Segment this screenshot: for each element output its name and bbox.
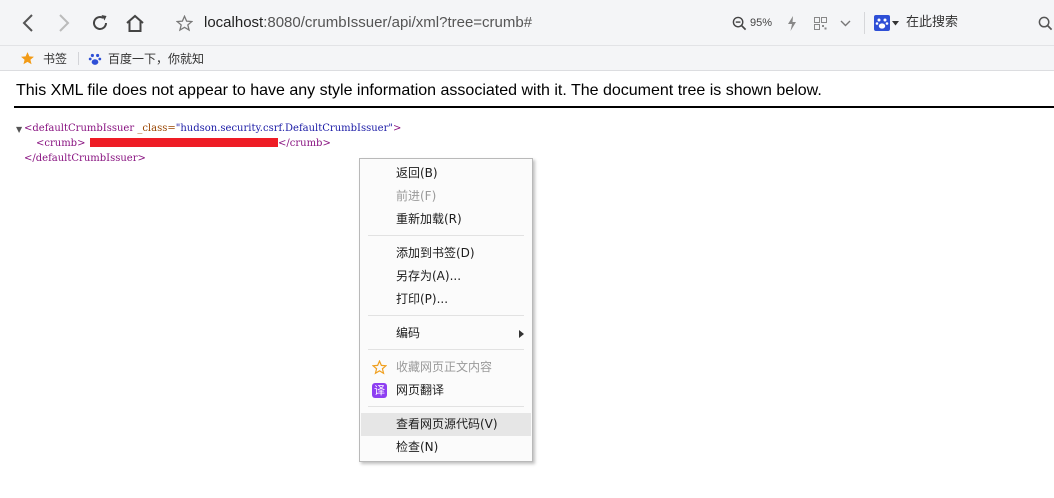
bookmarks-bar: 书签 百度一下，你就知 xyxy=(0,46,1054,71)
qr-code-icon xyxy=(813,16,827,30)
chevron-right-icon xyxy=(59,14,70,32)
menu-item-inspect[interactable]: 检查(N) xyxy=(361,436,531,459)
redaction-bar xyxy=(90,138,278,147)
translate-icon: 译 xyxy=(372,383,387,398)
url-text[interactable]: localhost:8080/crumbIssuer/api/xml?tree=… xyxy=(204,7,532,39)
menu-item-save-as[interactable]: 另存为(A)... xyxy=(361,265,531,288)
url-path: :8080/crumbIssuer/api/xml?tree=crumb# xyxy=(263,14,533,31)
caret-down-icon xyxy=(891,20,899,25)
lightning-icon xyxy=(788,15,796,31)
chevron-left-icon xyxy=(22,14,33,32)
menu-item-forward[interactable]: 前进(F) xyxy=(361,185,531,208)
home-button[interactable] xyxy=(121,0,149,46)
xml-tag: </defaultCrumbIssuer> xyxy=(24,153,146,164)
star-outline-icon xyxy=(372,360,387,375)
qr-code-button[interactable] xyxy=(810,0,830,46)
xml-attr-value: "hudson.security.csrf.DefaultCrumbIssuer… xyxy=(175,123,393,134)
xml-root-close-line: </defaultCrumbIssuer> xyxy=(24,151,146,166)
xml-attr-name: _class= xyxy=(134,123,176,134)
zoom-level[interactable]: 95% xyxy=(750,0,772,46)
menu-item-collect[interactable]: 收藏网页正文内容 xyxy=(361,356,531,379)
collapse-triangle-icon[interactable]: ▼ xyxy=(16,125,22,134)
menu-item-label: 编码 xyxy=(396,326,421,340)
bookmark-divider xyxy=(78,52,79,65)
toolbar-divider xyxy=(864,12,865,34)
back-button[interactable] xyxy=(14,0,42,46)
menu-item-encoding[interactable]: 编码 xyxy=(361,322,531,345)
zoom-button[interactable] xyxy=(728,0,750,46)
menu-item-add-bookmark[interactable]: 添加到书签(D) xyxy=(361,242,531,265)
zoom-out-icon xyxy=(732,16,746,30)
xml-crumb-open: <crumb> xyxy=(36,136,85,151)
bookmark-label: 书签 xyxy=(43,52,68,66)
xml-tag: <crumb> xyxy=(36,138,86,149)
xml-tag: <defaultCrumbIssuer xyxy=(24,123,135,134)
forward-button[interactable] xyxy=(50,0,78,46)
star-icon xyxy=(21,52,34,65)
reload-button[interactable] xyxy=(86,0,114,46)
bookmark-item-bookmarks[interactable]: 书签 xyxy=(20,46,76,71)
xml-root-open-line: <defaultCrumbIssuer _class="hudson.secur… xyxy=(24,121,401,136)
chevron-down-icon xyxy=(840,20,850,26)
menu-divider xyxy=(368,235,524,236)
menu-item-label: 网页翻译 xyxy=(396,383,445,397)
menu-item-back[interactable]: 返回(B) xyxy=(361,162,531,185)
baidu-paw-icon xyxy=(88,53,102,65)
xml-crumb-close: </crumb> xyxy=(278,136,331,151)
search-button[interactable] xyxy=(1036,0,1054,46)
address-dropdown-button[interactable] xyxy=(836,0,854,46)
bookmark-star-button[interactable] xyxy=(172,0,196,46)
submenu-arrow-icon xyxy=(519,330,524,338)
speed-button[interactable] xyxy=(782,0,802,46)
menu-item-translate[interactable]: 译 网页翻译 xyxy=(361,379,531,402)
menu-divider xyxy=(368,349,524,350)
url-host: localhost xyxy=(204,14,264,31)
notice-divider xyxy=(14,106,1054,108)
menu-item-label: 收藏网页正文内容 xyxy=(396,360,493,374)
context-menu: 返回(B) 前进(F) 重新加载(R) 添加到书签(D) 另存为(A)... 打… xyxy=(359,158,533,462)
browser-toolbar: localhost:8080/crumbIssuer/api/xml?tree=… xyxy=(0,0,1054,46)
bookmark-item-baidu[interactable]: 百度一下，你就知 xyxy=(88,46,206,71)
menu-item-reload[interactable]: 重新加载(R) xyxy=(361,208,531,231)
home-icon xyxy=(126,14,144,32)
menu-divider xyxy=(368,315,524,316)
search-engine-button[interactable] xyxy=(872,0,900,46)
reload-icon xyxy=(93,15,107,30)
menu-item-print[interactable]: 打印(P)... xyxy=(361,288,531,311)
bookmark-label: 百度一下，你就知 xyxy=(108,52,205,66)
search-input[interactable]: 在此搜索 xyxy=(906,7,958,39)
menu-divider xyxy=(368,406,524,407)
baidu-paw-icon xyxy=(873,15,890,31)
xml-tag-end: > xyxy=(392,123,402,134)
xml-style-notice: This XML file does not appear to have an… xyxy=(16,82,822,99)
xml-tag: </crumb> xyxy=(278,138,331,149)
search-icon xyxy=(1038,16,1052,30)
star-outline-icon xyxy=(175,14,193,31)
menu-item-view-source[interactable]: 查看网页源代码(V) xyxy=(361,413,531,436)
search-box[interactable]: 在此搜索 xyxy=(866,7,1054,39)
